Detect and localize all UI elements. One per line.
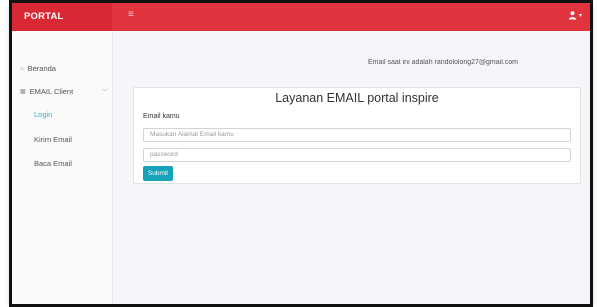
app-window: PORTAL ≡ ▾ ⌂ Beranda ▦ EMAIL Client ﹀ Lo…: [12, 3, 590, 304]
password-input[interactable]: [143, 148, 571, 162]
grid-icon: ▦: [20, 89, 26, 95]
chevron-down-icon: ▾: [578, 12, 582, 19]
email-label: Email kamu: [143, 113, 180, 120]
current-email-notice: Email saat ini adalah randololong27@gmai…: [368, 59, 518, 66]
sidebar-item-beranda[interactable]: ⌂ Beranda: [20, 64, 56, 73]
sidebar-item-label: Login: [34, 110, 53, 119]
sidebar-item-label: EMAIL Client: [29, 87, 74, 96]
sidebar: ⌂ Beranda ▦ EMAIL Client ﹀ Login Kirim E…: [12, 31, 113, 304]
brand-logo[interactable]: PORTAL: [12, 3, 112, 31]
user-menu[interactable]: ▾: [568, 10, 582, 20]
login-card: Layanan EMAIL portal inspire Email kamu …: [133, 87, 581, 184]
top-navbar: PORTAL ≡ ▾: [12, 3, 590, 31]
sidebar-item-email-client[interactable]: ▦ EMAIL Client: [20, 87, 73, 96]
chevron-down-icon[interactable]: ﹀: [102, 87, 108, 96]
sidebar-item-label: Kirim Email: [34, 135, 72, 144]
user-icon: [568, 11, 577, 20]
hamburger-icon[interactable]: ≡: [128, 9, 134, 20]
sidebar-item-label: Beranda: [27, 64, 56, 73]
card-title: Layanan EMAIL portal inspire: [275, 91, 439, 105]
sidebar-item-kirim-email[interactable]: Kirim Email: [34, 135, 72, 144]
sidebar-item-baca-email[interactable]: Baca Email: [34, 159, 72, 168]
submit-button[interactable]: Submit: [143, 166, 173, 181]
sidebar-item-label: Baca Email: [34, 159, 72, 168]
home-icon: ⌂: [20, 65, 24, 72]
sidebar-item-login[interactable]: Login: [34, 110, 52, 119]
email-input[interactable]: [143, 128, 571, 142]
